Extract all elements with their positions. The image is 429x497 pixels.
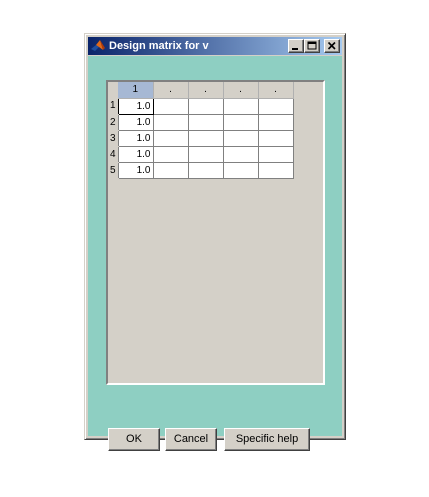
maximize-icon (307, 41, 317, 50)
table-cell[interactable] (152, 129, 189, 147)
ok-button[interactable]: OK (108, 428, 160, 451)
dialog-window: Design matrix for v 1 . . . . 1 1.0 2 1.… (84, 33, 346, 451)
grid-corner (108, 82, 118, 98)
table-cell[interactable] (152, 113, 189, 131)
maximize-button[interactable] (304, 39, 320, 53)
matlab-logo-icon (90, 38, 106, 54)
table-cell[interactable] (257, 145, 294, 163)
cancel-button[interactable]: Cancel (165, 428, 217, 451)
specific-help-button[interactable]: Specific help (224, 428, 310, 451)
table-cell[interactable] (257, 113, 294, 131)
table-cell[interactable]: 1.0 (117, 145, 154, 163)
table-row: 1 1.0 (108, 97, 294, 115)
table-cell[interactable] (152, 97, 189, 115)
table-cell[interactable]: 1.0 (117, 129, 154, 147)
column-header-4[interactable]: . (223, 82, 259, 99)
column-header-row: 1 . . . . (108, 82, 294, 99)
column-header-2[interactable]: . (153, 82, 189, 99)
table-row: 4 1.0 (108, 145, 294, 163)
table-cell[interactable] (222, 145, 259, 163)
table-row: 5 1.0 (108, 161, 294, 179)
close-icon (327, 41, 336, 50)
table-cell[interactable]: 1.0 (117, 113, 154, 131)
table-cell[interactable] (152, 161, 189, 179)
column-header-5[interactable]: . (258, 82, 294, 99)
design-matrix-grid: 1 . . . . 1 1.0 2 1.0 3 1.0 4 1.0 5 1.0 (108, 82, 294, 179)
table-cell[interactable] (222, 129, 259, 147)
close-button[interactable] (324, 39, 340, 53)
table-cell[interactable] (187, 161, 224, 179)
table-cell[interactable] (187, 97, 224, 115)
title-bar[interactable]: Design matrix for v (88, 37, 342, 55)
column-header-1[interactable]: 1 (118, 82, 154, 99)
dialog-client-area: 1 . . . . 1 1.0 2 1.0 3 1.0 4 1.0 5 1.0 … (88, 56, 342, 451)
table-cell[interactable]: 1.0 (117, 97, 154, 115)
row-header-2[interactable]: 2 (108, 114, 118, 131)
table-cell[interactable] (222, 161, 259, 179)
minimize-icon (292, 48, 298, 50)
table-cell[interactable] (222, 97, 259, 115)
table-cell[interactable] (187, 129, 224, 147)
table-row: 2 1.0 (108, 113, 294, 131)
table-cell[interactable] (187, 113, 224, 131)
table-cell[interactable] (257, 161, 294, 179)
table-cell[interactable] (152, 145, 189, 163)
row-header-1[interactable]: 1 (108, 98, 118, 115)
row-header-5[interactable]: 5 (108, 162, 118, 179)
table-cell[interactable] (187, 145, 224, 163)
table-cell[interactable] (257, 129, 294, 147)
table-cell[interactable] (222, 113, 259, 131)
minimize-button[interactable] (288, 39, 304, 53)
window-title: Design matrix for v (109, 40, 209, 52)
row-header-4[interactable]: 4 (108, 146, 118, 163)
row-header-3[interactable]: 3 (108, 130, 118, 147)
table-cell[interactable] (257, 97, 294, 115)
design-matrix-table-panel[interactable]: 1 . . . . 1 1.0 2 1.0 3 1.0 4 1.0 5 1.0 (106, 80, 325, 385)
table-row: 3 1.0 (108, 129, 294, 147)
column-header-3[interactable]: . (188, 82, 224, 99)
table-cell[interactable]: 1.0 (117, 161, 154, 179)
